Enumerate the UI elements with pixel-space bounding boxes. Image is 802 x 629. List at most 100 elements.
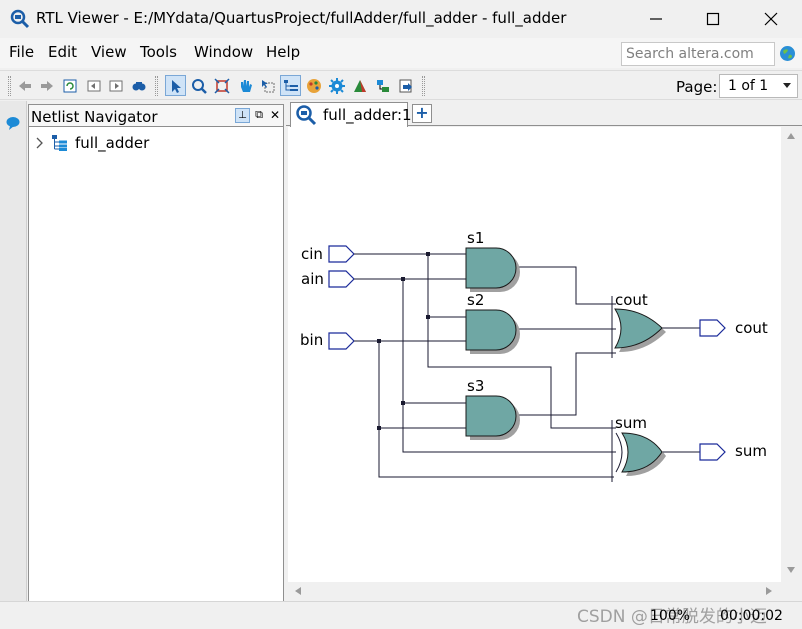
- rtl-viewer-app-icon: [10, 9, 30, 29]
- document-tab-bar: full_adder:1 +: [286, 101, 802, 127]
- area-select-icon: [261, 79, 274, 92]
- go-forward-button[interactable]: [105, 75, 126, 96]
- netlist-navigator-panel: Netlist Navigator ⊥ ⧉ ✕ full_adder: [28, 104, 284, 602]
- zoom-icon: [191, 78, 207, 94]
- gate-label-cout: cout: [615, 291, 648, 309]
- settings-button[interactable]: [326, 75, 347, 96]
- menu-edit[interactable]: Edit: [48, 43, 77, 61]
- vertical-scrollbar[interactable]: [781, 127, 802, 582]
- gate-s2[interactable]: s2: [465, 291, 520, 354]
- title-bar: RTL Viewer - E:/MYdata/QuartusProject/fu…: [0, 0, 802, 38]
- gate-cout[interactable]: cout: [614, 291, 666, 352]
- maximize-icon: [706, 12, 720, 26]
- refresh-button[interactable]: [59, 75, 80, 96]
- menu-help[interactable]: Help: [266, 43, 300, 61]
- toolbar-grip: [155, 76, 158, 96]
- input-port-cin[interactable]: cin: [301, 245, 355, 263]
- page-label: Page:: [676, 78, 718, 96]
- gate-label-s1: s1: [467, 229, 484, 247]
- tab-full-adder-1[interactable]: full_adder:1: [290, 102, 412, 127]
- close-button[interactable]: [742, 0, 800, 38]
- netlist-navigator-header: Netlist Navigator ⊥ ⧉ ✕: [29, 105, 283, 127]
- rtl-viewer-tab-icon: [296, 105, 317, 126]
- status-elapsed-time: 00:00:02: [720, 608, 783, 624]
- restore-icon[interactable]: ⧉: [252, 108, 266, 122]
- input-label-cin: cin: [301, 245, 323, 263]
- gate-label-s2: s2: [467, 291, 484, 309]
- select-icon: [171, 79, 181, 93]
- messages-icon[interactable]: [5, 115, 21, 131]
- back-button[interactable]: [14, 75, 35, 96]
- export-button[interactable]: [395, 75, 416, 96]
- search-input[interactable]: [621, 42, 775, 66]
- scroll-right-icon[interactable]: [766, 587, 772, 595]
- export-icon: [399, 79, 412, 92]
- netlist-navigator-title: Netlist Navigator: [31, 108, 158, 126]
- gate-s3[interactable]: s3: [465, 377, 520, 440]
- hand-icon: [240, 79, 252, 92]
- maximize-button[interactable]: [684, 0, 742, 38]
- gate-label-s3: s3: [467, 377, 484, 395]
- scroll-down-icon[interactable]: [787, 567, 795, 573]
- tree-item-full-adder[interactable]: full_adder: [35, 133, 149, 153]
- filter-icon: [353, 79, 366, 92]
- panel-close-icon[interactable]: ✕: [268, 108, 282, 122]
- schematic-canvas[interactable]: .wire { stroke: #1a1a30; stroke-width: 1…: [288, 127, 781, 582]
- input-port-bin[interactable]: bin: [300, 331, 355, 350]
- netlist-navigator-button[interactable]: [280, 75, 301, 96]
- hierarchy-tree-icon: [52, 135, 67, 151]
- color-icon: [306, 78, 321, 93]
- schematic-diagram[interactable]: .wire { stroke: #1a1a30; stroke-width: 1…: [288, 127, 781, 582]
- toolbar-grip: [8, 76, 11, 96]
- output-label-cout: cout: [735, 319, 768, 337]
- tree-item-label: full_adder: [75, 134, 150, 152]
- chevron-down-icon: [783, 83, 791, 88]
- find-icon: [132, 81, 145, 90]
- menu-view[interactable]: View: [91, 43, 127, 61]
- gate-sum[interactable]: sum: [615, 414, 666, 476]
- menu-tools[interactable]: Tools: [140, 43, 177, 61]
- output-label-sum: sum: [735, 442, 767, 460]
- menu-file[interactable]: File: [9, 43, 34, 61]
- output-port-cout[interactable]: cout: [699, 319, 768, 337]
- gate-label-sum: sum: [615, 414, 647, 432]
- chevron-right-icon[interactable]: [35, 137, 45, 149]
- forward-button[interactable]: [36, 75, 57, 96]
- find-button[interactable]: [128, 75, 149, 96]
- go-back-button[interactable]: [83, 75, 104, 96]
- gate-s1[interactable]: s1: [465, 229, 520, 292]
- forward-icon: [40, 80, 53, 91]
- fit-window-button[interactable]: [211, 75, 232, 96]
- add-tab-button[interactable]: +: [412, 104, 432, 123]
- status-zoom: 100%: [650, 608, 691, 624]
- output-port-sum[interactable]: sum: [699, 442, 767, 461]
- toolbar-grip: [422, 76, 425, 96]
- left-dock-strip: [0, 101, 27, 601]
- area-select-button[interactable]: [257, 75, 278, 96]
- select-tool-button[interactable]: [165, 75, 186, 96]
- go-back-icon: [87, 80, 100, 91]
- horizontal-scrollbar[interactable]: [288, 582, 781, 601]
- settings-icon: [328, 77, 345, 94]
- globe-icon[interactable]: [779, 45, 796, 62]
- netlist-navigator-icon: [283, 79, 298, 91]
- minimize-button[interactable]: [627, 0, 685, 38]
- hand-tool-button[interactable]: [234, 75, 255, 96]
- input-port-ain[interactable]: ain: [301, 270, 355, 288]
- input-label-bin: bin: [300, 331, 323, 349]
- zoom-tool-button[interactable]: [188, 75, 209, 96]
- fit-icon: [213, 77, 230, 94]
- back-icon: [18, 80, 31, 91]
- menu-window[interactable]: Window: [194, 43, 253, 61]
- color-settings-button[interactable]: [303, 75, 324, 96]
- hierarchy-button[interactable]: [372, 75, 393, 96]
- refresh-icon: [63, 79, 76, 92]
- page-select-value: 1 of 1: [728, 78, 769, 94]
- input-label-ain: ain: [301, 270, 324, 288]
- scroll-up-icon[interactable]: [787, 133, 795, 139]
- filter-button[interactable]: [349, 75, 370, 96]
- page-select[interactable]: 1 of 1: [719, 74, 798, 98]
- scroll-left-icon[interactable]: [295, 587, 301, 595]
- pin-icon[interactable]: ⊥: [235, 108, 250, 123]
- status-bar: CSDN @日常脱发的小迈 100% 00:00:02: [0, 601, 802, 629]
